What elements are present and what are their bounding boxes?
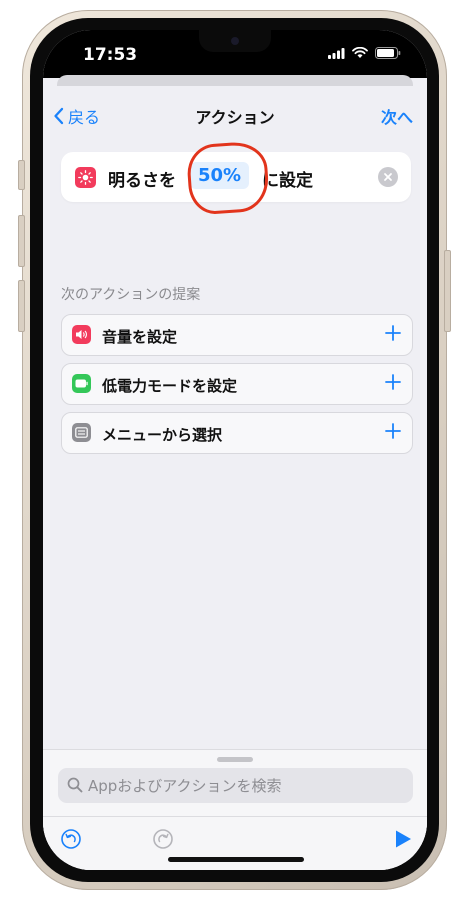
brightness-value-token[interactable]: 50% (190, 162, 250, 189)
suggestion-low-power-mode[interactable]: 低電力モードを設定 (61, 363, 413, 405)
sheet-grabber[interactable] (217, 757, 253, 762)
plus-icon[interactable] (383, 323, 403, 343)
status-bar: 17:53 (43, 30, 427, 78)
suggestion-label: メニューから選択 (102, 426, 223, 444)
search-input[interactable] (88, 768, 398, 803)
action-prefix-text: 明るさを (108, 171, 176, 191)
search-bar[interactable] (58, 768, 413, 803)
navigation-bar: 戻る アクション 次へ (43, 86, 427, 142)
search-icon (67, 777, 83, 793)
action-editor-sheet: 戻る アクション 次へ 明るさを 50% に設定 次のアクションの提案 音量を設… (43, 86, 427, 870)
silent-switch (18, 160, 25, 190)
actions-search-panel (43, 749, 427, 870)
remove-action-button[interactable] (378, 167, 398, 187)
undo-icon[interactable] (60, 828, 82, 850)
brightness-action-icon (75, 167, 96, 188)
sun-icon (78, 170, 93, 185)
camera-icon (231, 37, 239, 45)
menu-icon (75, 427, 88, 438)
volume-up-button (18, 215, 25, 267)
page-title: アクション (195, 108, 275, 127)
screen: 17:53 戻る アクション 次へ 明るさを 50% に設定 次のアクションの提… (43, 30, 427, 870)
close-icon (384, 173, 392, 181)
menu-tile (72, 423, 91, 442)
action-suffix-text: に設定 (262, 171, 313, 191)
power-button (444, 250, 451, 332)
camera-notch (199, 30, 271, 52)
set-brightness-action: 明るさを 50% に設定 (61, 140, 411, 216)
status-icons (328, 47, 401, 59)
suggestion-choose-from-menu[interactable]: メニューから選択 (61, 412, 413, 454)
low-power-tile (72, 374, 91, 393)
status-time: 17:53 (83, 45, 138, 65)
plus-icon[interactable] (383, 421, 403, 441)
battery-icon (375, 47, 401, 59)
play-icon[interactable] (392, 828, 414, 850)
suggestions-header: 次のアクションの提案 (61, 287, 201, 303)
suggestion-label: 低電力モードを設定 (102, 377, 238, 395)
suggestion-label: 音量を設定 (102, 328, 178, 346)
next-button[interactable]: 次へ (381, 104, 413, 128)
plus-icon[interactable] (383, 372, 403, 392)
speaker-icon (76, 330, 87, 339)
volume-tile (72, 325, 91, 344)
cellular-signal-icon (328, 47, 345, 59)
redo-icon[interactable] (152, 828, 174, 850)
volume-down-button (18, 280, 25, 332)
battery-icon (75, 379, 88, 388)
suggestion-set-volume[interactable]: 音量を設定 (61, 314, 413, 356)
toolbar-divider (43, 816, 427, 817)
wifi-icon (352, 47, 368, 58)
home-indicator (168, 857, 304, 862)
